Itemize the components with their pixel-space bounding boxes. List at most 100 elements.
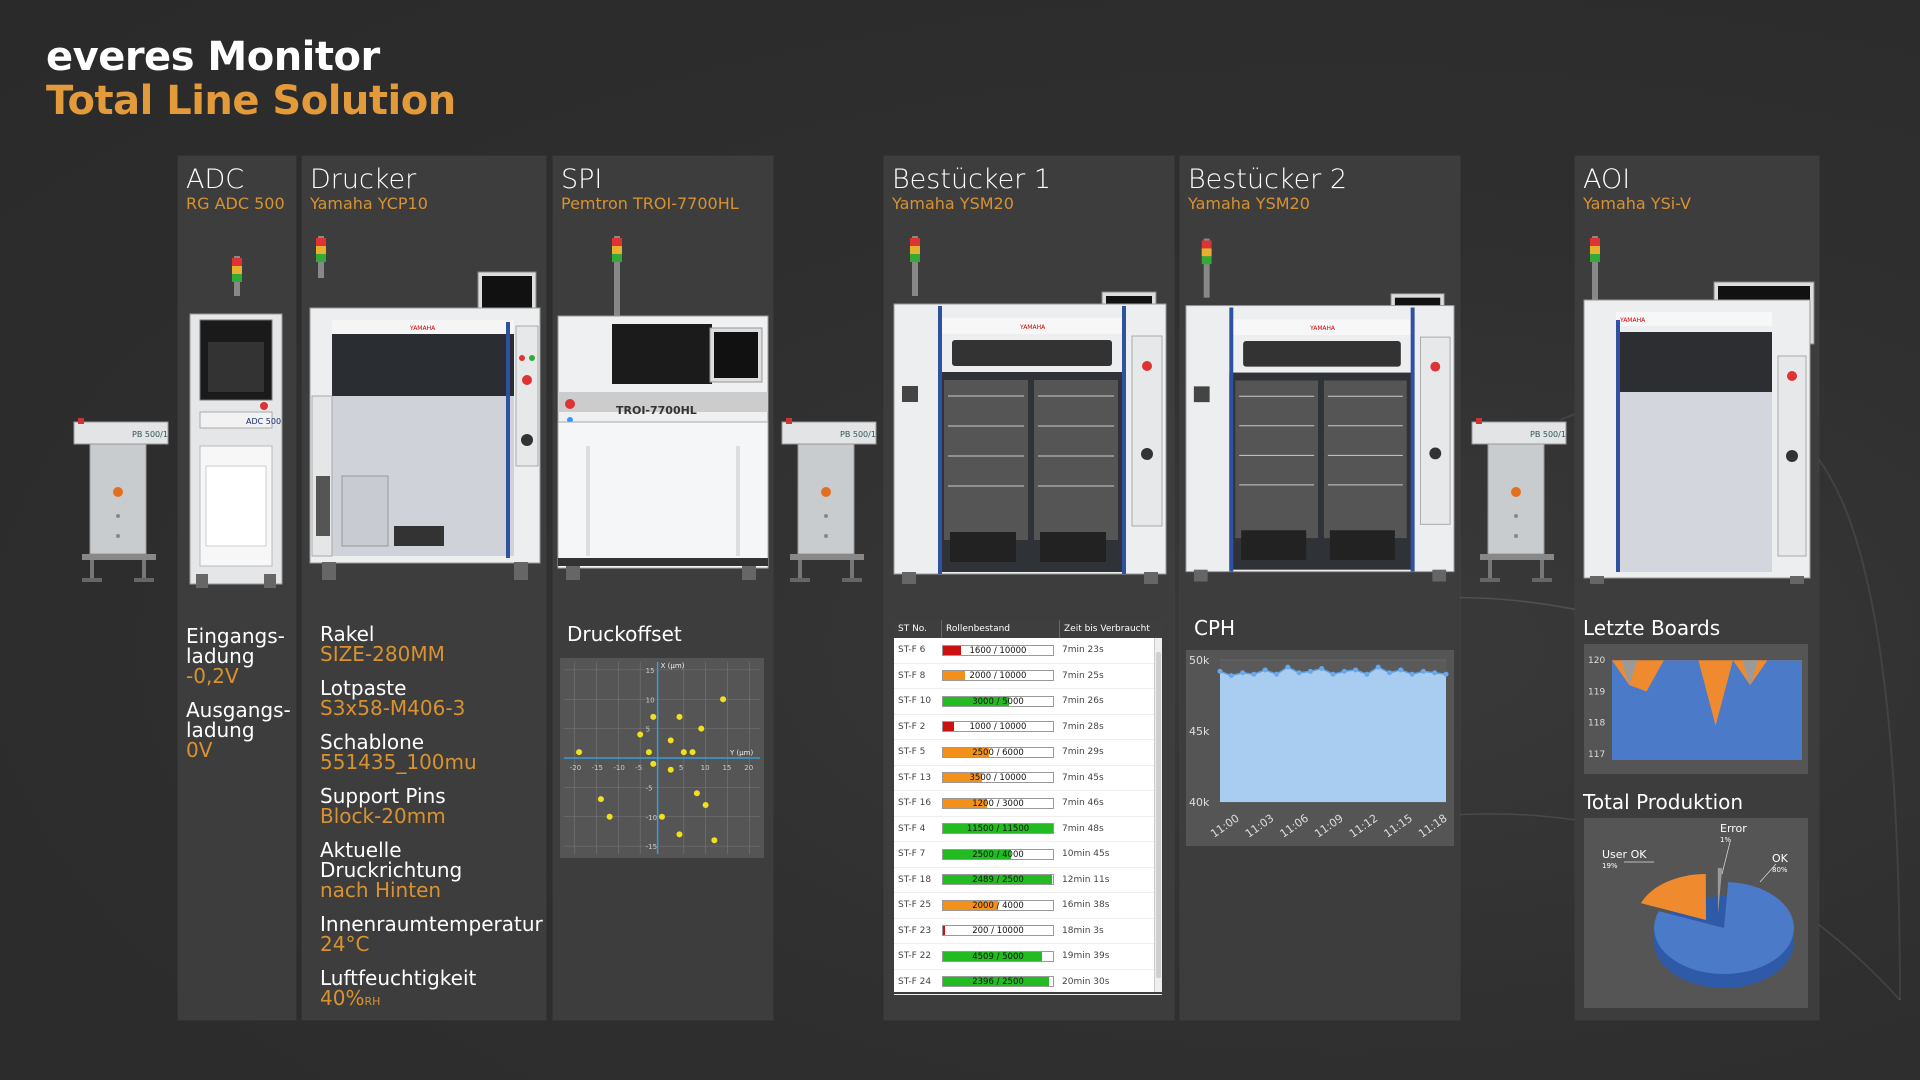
stock-cell: 1200 / 3000: [942, 797, 1060, 809]
table-row[interactable]: ST-F 2 1000 / 10000 7min 28s: [894, 715, 1162, 740]
placer-1-brand-label: YAMAHA: [1019, 324, 1046, 331]
st-cell: ST-F 5: [898, 747, 926, 758]
stock-cell: 3500 / 10000: [942, 772, 1060, 784]
stock-cell: 1000 / 10000: [942, 721, 1060, 733]
table-header: ST No. Rollenbestand Zeit bis Verbraucht: [894, 620, 1162, 638]
stock-bar: 1600 / 10000: [942, 644, 1054, 656]
cph-point: [1296, 670, 1302, 676]
table-row[interactable]: ST-F 13 3500 / 10000 7min 45s: [894, 766, 1162, 791]
printer-brand-label: YAMAHA: [409, 325, 436, 332]
table-row[interactable]: ST-F 8 2000 / 10000 7min 25s: [894, 664, 1162, 689]
stock-bar-text: 11500 / 11500: [966, 824, 1030, 835]
stock-bar-text: 3500 / 10000: [969, 773, 1027, 784]
param-value: 0V: [186, 738, 213, 762]
placer-2-machine: YAMAHA: [1185, 238, 1455, 582]
param-key: Luftfeuchtigkeit: [320, 966, 477, 990]
conveyor-1: PB 500/1: [73, 418, 169, 582]
table-row[interactable]: ST-F 25 2000 / 4000 16min 38s: [894, 893, 1162, 919]
time-cell: 7min 29s: [1062, 747, 1104, 758]
table-row[interactable]: ST-F 23 200 / 10000 18min 3s: [894, 919, 1162, 944]
param-item: Eingangs- ladung -0,2V: [186, 626, 291, 686]
cph-point: [1432, 670, 1438, 676]
st-cell: ST-F 23: [898, 925, 932, 936]
stock-bar: 1000 / 10000: [942, 721, 1054, 733]
x-tick-label: -20: [570, 764, 581, 772]
cph-label: CPH: [1194, 616, 1236, 640]
conveyor-3: PB 500/1: [1471, 418, 1567, 582]
param-item: Aktuelle Druckrichtung nach Hinten: [320, 840, 546, 900]
stock-cell: 2396 / 2500: [942, 976, 1060, 988]
cph-point: [1319, 666, 1325, 672]
cph-point: [1341, 668, 1347, 674]
data-point: [597, 796, 604, 803]
aoi-brand-label: YAMAHA: [1619, 317, 1646, 324]
param-key: Innenraumtemperatur: [320, 912, 543, 936]
param-item: Lotpaste S3x58-M406-3: [320, 678, 546, 718]
column-model: Yamaha YSM20: [892, 194, 1014, 213]
table-row[interactable]: ST-F 16 1200 / 3000 7min 46s: [894, 791, 1162, 817]
st-cell: ST-F 24: [898, 976, 932, 987]
x-tick-label: -15: [592, 764, 603, 772]
y-tick-label: -10: [646, 814, 657, 822]
conveyor-label: PB 500/1: [840, 430, 876, 439]
table-row[interactable]: ST-F 5 2500 / 6000 7min 29s: [894, 740, 1162, 766]
conveyor-label: PB 500/1: [1530, 430, 1566, 439]
time-cell: 7min 46s: [1062, 798, 1104, 809]
stock-bar: 2000 / 10000: [942, 670, 1054, 682]
cph-point: [1228, 673, 1234, 679]
param-item: Schablone 551435_100mu: [320, 732, 546, 772]
data-point: [650, 713, 657, 720]
param-value-number: 40%: [320, 986, 365, 1010]
stock-bar: 2500 / 6000: [942, 746, 1054, 758]
time-cell: 19min 39s: [1062, 951, 1110, 962]
header-cell[interactable]: Rollenbestand: [942, 620, 1060, 638]
table-row[interactable]: ST-F 10 3000 / 5000 7min 26s: [894, 689, 1162, 715]
x-tick-label: 20: [744, 764, 753, 772]
data-point: [645, 749, 652, 756]
stock-bar: 2396 / 2500: [942, 976, 1054, 988]
table-row[interactable]: ST-F 7 2500 / 4000 10min 45s: [894, 842, 1162, 868]
stock-bar: 2489 / 2500: [942, 874, 1054, 886]
stock-cell: 2500 / 4000: [942, 848, 1060, 860]
stock-bar: 3000 / 5000: [942, 695, 1054, 707]
x-tick-label: -5: [635, 764, 642, 772]
cph-point: [1443, 671, 1449, 677]
scrollbar-thumb[interactable]: [1156, 652, 1161, 978]
spi-machine: TROI-7700HL: [557, 236, 769, 580]
x-tick-label: -10: [613, 764, 624, 772]
y-tick-label: 15: [646, 667, 655, 675]
header-cell[interactable]: Zeit bis Verbraucht: [1060, 620, 1162, 638]
column-name: Drucker: [310, 164, 417, 195]
time-cell: 10min 45s: [1062, 849, 1110, 860]
stock-cell: 2000 / 4000: [942, 899, 1060, 911]
column-model: Yamaha YSi-V: [1583, 194, 1691, 213]
time-cell: 12min 11s: [1062, 874, 1110, 885]
stock-bar: 2500 / 4000: [942, 848, 1054, 860]
data-point: [650, 760, 657, 767]
table-row[interactable]: ST-F 6 1600 / 10000 7min 23s: [894, 638, 1162, 664]
time-cell: 7min 23s: [1062, 645, 1104, 656]
table-row[interactable]: ST-F 22 4509 / 5000 19min 39s: [894, 944, 1162, 970]
placer-2-brand-label: YAMAHA: [1309, 326, 1335, 332]
feeder-table: ST No. Rollenbestand Zeit bis Verbraucht…: [894, 620, 1162, 995]
stock-cell: 3000 / 5000: [942, 695, 1060, 707]
pie-label-name: OK: [1772, 852, 1789, 865]
cph-point: [1274, 671, 1279, 677]
table-row[interactable]: ST-F 4 11500 / 11500 7min 48s: [894, 817, 1162, 842]
table-scrollbar[interactable]: [1154, 638, 1162, 992]
data-point: [637, 731, 644, 738]
stock-bar-text: 1000 / 10000: [969, 722, 1027, 733]
data-point: [667, 766, 674, 773]
table-row[interactable]: ST-F 24 2396 / 2500 20min 30s: [894, 970, 1162, 995]
st-cell: ST-F 25: [898, 900, 932, 911]
st-cell: ST-F 10: [898, 696, 932, 707]
y-tick-label: 118: [1588, 719, 1605, 729]
stock-bar: 1200 / 3000: [942, 797, 1054, 809]
stock-bar-text: 4509 / 5000: [972, 951, 1024, 962]
x-tick-label: 10: [701, 764, 710, 772]
last-boards-chart: 120 119 118 117: [1584, 644, 1808, 774]
table-row[interactable]: ST-F 18 2489 / 2500 12min 11s: [894, 868, 1162, 893]
data-point: [606, 813, 613, 820]
header-cell[interactable]: ST No.: [894, 620, 942, 638]
y-tick-label: 117: [1588, 750, 1605, 760]
